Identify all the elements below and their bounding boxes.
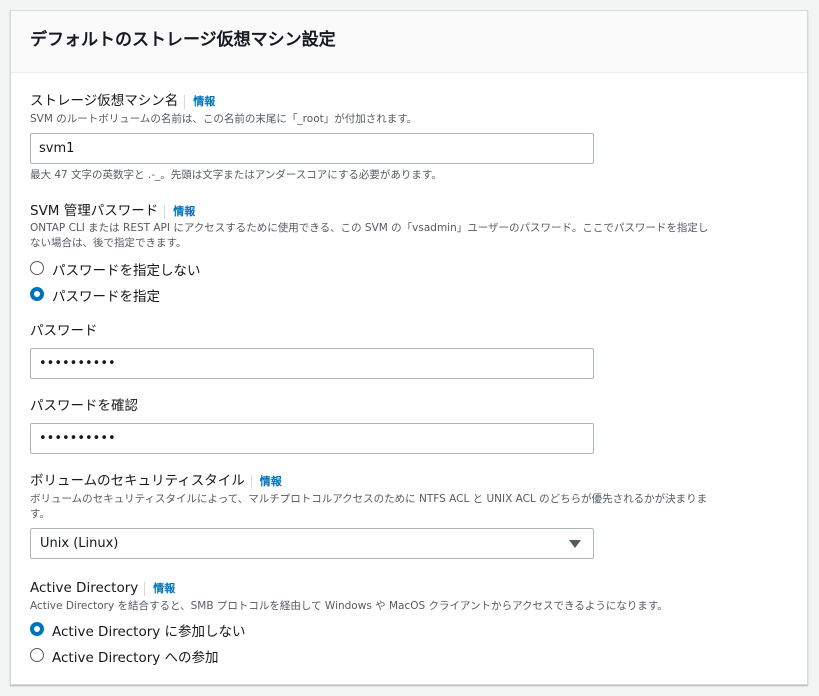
- security-style-label: ボリュームのセキュリティスタイル: [30, 473, 245, 489]
- radio-join-ad-circle[interactable]: [30, 648, 44, 662]
- confirm-password-input[interactable]: [30, 423, 594, 454]
- svm-name-input[interactable]: [30, 133, 594, 164]
- panel-title: デフォルトのストレージ仮想マシン設定: [30, 30, 336, 50]
- password-input[interactable]: [30, 348, 594, 379]
- security-style-description: ボリュームのセキュリティスタイルによって、マルチプロトコルアクセスのために NT…: [30, 492, 800, 522]
- panel-header: デフォルトのストレージ仮想マシン設定: [11, 11, 807, 73]
- radio-specify-password-circle[interactable]: [30, 287, 44, 301]
- svm-name-label-row: ストレージ仮想マシン名 情報: [30, 92, 215, 110]
- admin-password-label-row: SVM 管理パスワード 情報: [30, 202, 195, 220]
- svm-name-info-link[interactable]: 情報: [184, 95, 215, 109]
- radio-no-password-label: パスワードを指定しない: [52, 263, 201, 279]
- active-directory-info-link[interactable]: 情報: [144, 582, 175, 596]
- confirm-password-label: パスワードを確認: [30, 398, 138, 414]
- security-style-description-line1: ボリュームのセキュリティスタイルによって、マルチプロトコルアクセスのために NT…: [30, 493, 708, 505]
- svm-name-description: SVM のルートボリュームの名前は、この名前の末尾に「_root」が付加されます…: [30, 113, 418, 125]
- admin-password-description: ONTAP CLI または REST API にアクセスするために使用できる、こ…: [30, 221, 800, 251]
- settings-panel: デフォルトのストレージ仮想マシン設定 ストレージ仮想マシン名 情報 SVM のルー…: [10, 10, 808, 685]
- active-directory-description: Active Directory を結合すると、SMB プロトコルを経由して W…: [30, 600, 668, 612]
- active-directory-label-row: Active Directory 情報: [30, 579, 175, 597]
- admin-password-info-link[interactable]: 情報: [164, 205, 195, 219]
- security-style-select[interactable]: Unix (Linux): [30, 528, 594, 559]
- security-style-label-row: ボリュームのセキュリティスタイル 情報: [30, 472, 282, 490]
- security-style-selected-value: Unix (Linux): [40, 536, 119, 551]
- caret-down-icon: [569, 540, 581, 548]
- password-label: パスワード: [30, 323, 98, 339]
- security-style-info-link[interactable]: 情報: [250, 475, 282, 489]
- radio-no-password-circle[interactable]: [30, 261, 44, 275]
- svm-name-constraint: 最大 47 文字の英数字と .-_。先頭は文字またはアンダースコアにする必要があ…: [30, 169, 442, 181]
- radio-specify-password-label: パスワードを指定: [52, 289, 160, 305]
- svm-name-label: ストレージ仮想マシン名: [30, 93, 179, 109]
- radio-no-join-ad-label: Active Directory に参加しない: [52, 624, 246, 640]
- admin-password-description-line2: ない場合は、後で指定できます。: [30, 237, 187, 249]
- admin-password-label: SVM 管理パスワード: [30, 203, 159, 219]
- admin-password-description-line1: ONTAP CLI または REST API にアクセスするために使用できる、こ…: [30, 222, 709, 234]
- radio-no-join-ad-circle[interactable]: [30, 622, 44, 636]
- radio-join-ad-label: Active Directory への参加: [52, 650, 219, 666]
- security-style-description-line2: す。: [30, 508, 50, 520]
- active-directory-label: Active Directory: [30, 580, 139, 596]
